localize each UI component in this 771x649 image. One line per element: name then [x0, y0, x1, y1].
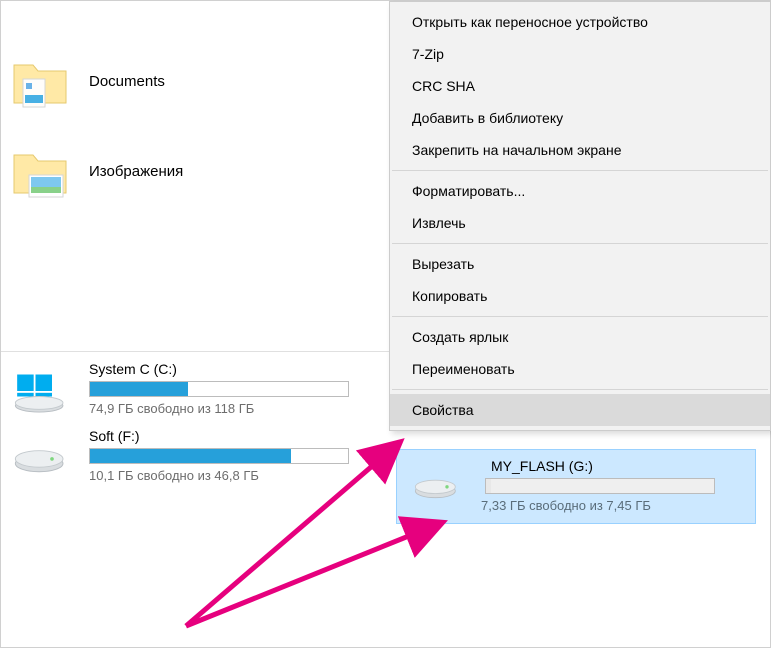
menu-item-properties[interactable]: Свойства — [390, 394, 770, 426]
context-menu: Открыть как переносное устройство 7-Zip … — [389, 1, 771, 431]
drive-item-my-flash-selected[interactable]: MY_FLASH (G:) 7,33 ГБ свободно из 7,45 Г… — [396, 449, 756, 524]
drive-usage-bar — [89, 381, 349, 397]
section-divider — [1, 351, 391, 352]
menu-item-format[interactable]: Форматировать... — [390, 175, 770, 207]
drive-usage-fill — [486, 479, 491, 493]
drive-usage-fill — [90, 382, 188, 396]
menu-item-add-to-library[interactable]: Добавить в библиотеку — [390, 102, 770, 134]
drive-status: 7,33 ГБ свободно из 7,45 ГБ — [481, 498, 745, 513]
menu-separator — [392, 389, 768, 390]
folder-label: Изображения — [89, 163, 183, 180]
menu-item-7zip[interactable]: 7-Zip — [390, 38, 770, 70]
system-drive-icon — [11, 367, 71, 415]
drive-usage-bar — [485, 478, 715, 494]
folders-area: Documents Изображения — [11, 51, 371, 231]
drive-usage-fill — [90, 449, 291, 463]
drive-usage-bar — [89, 448, 349, 464]
menu-item-open-portable[interactable]: Открыть как переносное устройство — [390, 6, 770, 38]
menu-separator — [392, 243, 768, 244]
flash-drive-icon — [407, 462, 467, 510]
explorer-panel: Documents Изображения — [1, 1, 770, 647]
menu-item-rename[interactable]: Переименовать — [390, 353, 770, 385]
menu-item-copy[interactable]: Копировать — [390, 280, 770, 312]
menu-separator — [392, 316, 768, 317]
menu-separator — [392, 170, 768, 171]
menu-item-pin-to-start[interactable]: Закрепить на начальном экране — [390, 134, 770, 166]
folder-item-documents[interactable]: Documents — [11, 51, 371, 111]
menu-item-eject[interactable]: Извлечь — [390, 207, 770, 239]
menu-item-cut[interactable]: Вырезать — [390, 248, 770, 280]
drive-name: MY_FLASH (G:) — [491, 458, 745, 474]
menu-item-crc-sha[interactable]: CRC SHA — [390, 70, 770, 102]
hdd-drive-icon — [11, 434, 71, 482]
folder-item-pictures[interactable]: Изображения — [11, 141, 371, 201]
folder-label: Documents — [89, 73, 165, 90]
menu-item-create-shortcut[interactable]: Создать ярлык — [390, 321, 770, 353]
pictures-folder-icon — [11, 141, 71, 201]
documents-folder-icon — [11, 51, 71, 111]
drive-info: MY_FLASH (G:) 7,33 ГБ свободно из 7,45 Г… — [485, 458, 745, 513]
